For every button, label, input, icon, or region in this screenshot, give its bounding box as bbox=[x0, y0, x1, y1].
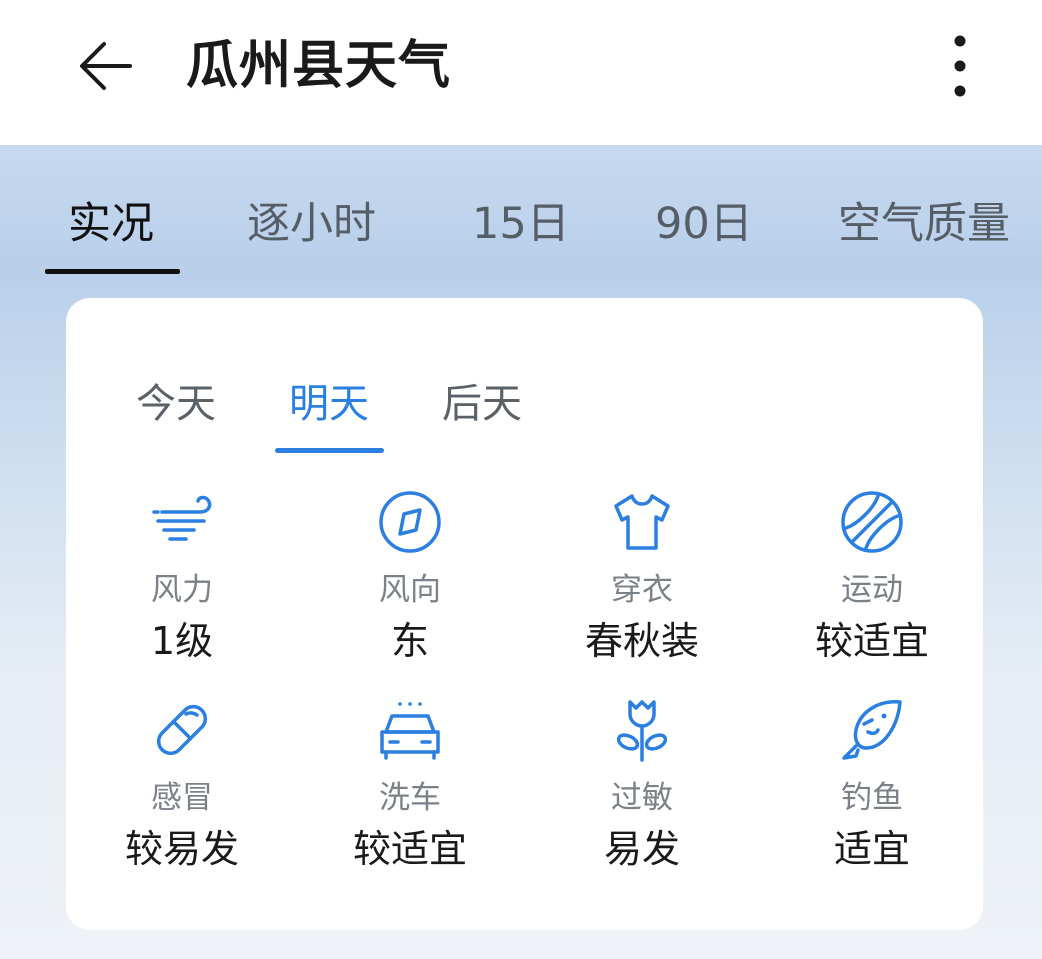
index-item-clothing[interactable]: 穿衣 春秋装 bbox=[526, 488, 758, 688]
life-index-card: 今天 明天 后天 风力 1级 风向 东 穿衣 春秋装 运动 较适宜 感冒 较易发… bbox=[66, 298, 983, 930]
tab-15day[interactable]: 15日 bbox=[472, 185, 570, 263]
tab-hourly[interactable]: 逐小时 bbox=[247, 185, 376, 263]
index-value: 较易发 bbox=[124, 827, 239, 871]
weather-app: 瓜州县天气 实况 逐小时 15日 90日 空气质量 今天 明天 后天 风力 1级… bbox=[0, 0, 1042, 959]
wind-icon bbox=[148, 488, 216, 556]
compass-icon bbox=[376, 488, 444, 556]
tshirt-icon bbox=[608, 488, 676, 556]
index-value: 较适宜 bbox=[814, 619, 929, 663]
index-grid: 风力 1级 风向 东 穿衣 春秋装 运动 较适宜 感冒 较易发 洗车 较适宜 过… bbox=[66, 488, 983, 908]
index-item-fishing[interactable]: 钓鱼 适宜 bbox=[756, 696, 988, 896]
index-item-wind-force[interactable]: 风力 1级 bbox=[66, 488, 298, 688]
index-item-cold[interactable]: 感冒 较易发 bbox=[66, 696, 298, 896]
index-item-allergy[interactable]: 过敏 易发 bbox=[526, 696, 758, 896]
index-label: 运动 bbox=[841, 572, 903, 608]
pill-icon bbox=[148, 696, 216, 764]
index-label: 钓鱼 bbox=[841, 780, 903, 816]
main-tab-indicator bbox=[45, 269, 180, 274]
index-label: 穿衣 bbox=[611, 572, 673, 608]
index-label: 过敏 bbox=[611, 780, 673, 816]
tab-90day[interactable]: 90日 bbox=[655, 185, 753, 263]
fish-icon bbox=[838, 696, 906, 764]
tab-tomorrow[interactable]: 明天 bbox=[289, 372, 369, 436]
index-value: 1级 bbox=[150, 619, 214, 663]
tab-today[interactable]: 今天 bbox=[136, 372, 216, 436]
tab-air-quality[interactable]: 空气质量 bbox=[838, 185, 1010, 263]
index-value: 东 bbox=[390, 619, 429, 663]
index-item-car-wash[interactable]: 洗车 较适宜 bbox=[294, 696, 526, 896]
car-wash-icon bbox=[376, 696, 444, 764]
day-tab-indicator bbox=[275, 448, 384, 453]
tab-live[interactable]: 实况 bbox=[68, 185, 154, 263]
index-value: 易发 bbox=[603, 827, 680, 871]
page-title: 瓜州县天气 bbox=[186, 36, 452, 96]
index-label: 风力 bbox=[151, 572, 213, 608]
arrow-left-icon bbox=[80, 42, 132, 90]
index-value: 较适宜 bbox=[352, 827, 467, 871]
index-value: 适宜 bbox=[833, 827, 910, 871]
main-tab-bar: 实况 逐小时 15日 90日 空气质量 bbox=[0, 185, 1042, 275]
more-button[interactable] bbox=[928, 26, 992, 106]
index-value: 春秋装 bbox=[584, 619, 699, 663]
index-label: 洗车 bbox=[379, 780, 441, 816]
back-button[interactable] bbox=[66, 26, 146, 106]
flower-icon bbox=[608, 696, 676, 764]
index-label: 感冒 bbox=[151, 780, 213, 816]
ball-icon bbox=[838, 488, 906, 556]
index-item-sport[interactable]: 运动 较适宜 bbox=[756, 488, 988, 688]
tab-day-after[interactable]: 后天 bbox=[442, 372, 522, 436]
index-label: 风向 bbox=[379, 572, 441, 608]
day-tab-bar: 今天 明天 后天 bbox=[66, 298, 983, 458]
app-header: 瓜州县天气 bbox=[0, 0, 1042, 145]
index-item-wind-direction[interactable]: 风向 东 bbox=[294, 488, 526, 688]
more-vertical-icon bbox=[954, 35, 966, 97]
